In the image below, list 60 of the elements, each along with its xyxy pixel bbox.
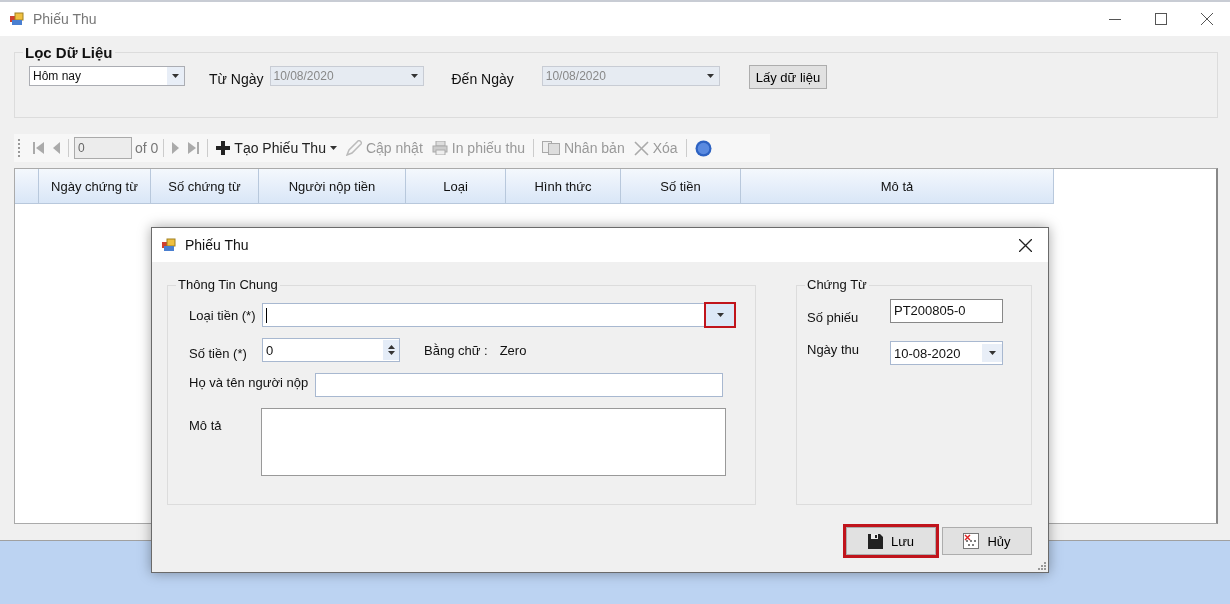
column-header[interactable]: Hình thức <box>506 169 621 204</box>
close-icon <box>1018 238 1032 252</box>
field-label: Mô tả <box>189 418 223 433</box>
printer-icon <box>431 141 448 155</box>
app-icon <box>9 11 25 27</box>
field-label: Số tiền (*) <box>189 345 248 361</box>
from-date-label: Từ Ngày <box>209 71 264 87</box>
payer-name-field[interactable] <box>315 373 723 397</box>
maximize-icon <box>1155 13 1167 25</box>
cross-icon <box>633 140 649 156</box>
caret-icon <box>329 146 337 150</box>
field-label: Loại tiền (*) <box>189 307 257 323</box>
create-receipt-button[interactable]: Tạo Phiếu Thu <box>213 136 340 160</box>
group-title: Chứng Từ <box>805 277 869 292</box>
save-button[interactable]: Lưu <box>846 527 936 555</box>
period-dropdown[interactable]: Hôm nay <box>29 66 185 86</box>
row-header <box>15 169 39 204</box>
close-icon <box>1201 13 1213 25</box>
column-header[interactable]: Mô tả <box>741 169 1054 204</box>
column-header[interactable]: Loại <box>406 169 506 204</box>
copy-icon <box>541 141 560 155</box>
window-title: Phiếu Thu <box>33 11 97 27</box>
receipt-date-picker[interactable]: 10-08-2020 <box>890 341 1003 365</box>
app-icon <box>161 237 177 253</box>
minimize-icon <box>1109 18 1121 20</box>
fetch-data-button[interactable]: Lấy dữ liệu <box>748 65 828 89</box>
group-title: Thông Tin Chung <box>176 277 280 292</box>
pencil-icon <box>345 140 362 156</box>
column-header[interactable]: Ngày chứng từ <box>39 169 151 204</box>
field-label: Họ và tên người nộp <box>189 374 310 390</box>
cancel-icon <box>963 533 980 549</box>
caret-icon <box>172 74 179 78</box>
to-date-label: Đến Ngày <box>451 71 514 87</box>
previous-icon <box>53 142 60 154</box>
spin-arrows-icon <box>387 344 395 356</box>
column-header[interactable]: Số tiền <box>621 169 741 204</box>
resize-grip-icon <box>1038 562 1046 570</box>
column-header[interactable]: Người nộp tiền <box>259 169 406 204</box>
caret-icon <box>706 74 714 78</box>
in-words-label: Bằng chữ : <box>424 342 488 358</box>
in-words-value: Zero <box>499 342 527 358</box>
last-icon <box>188 142 200 154</box>
help-icon <box>694 139 712 157</box>
caret-icon <box>988 351 996 355</box>
first-icon <box>33 142 44 154</box>
cancel-button[interactable]: Hủy <box>942 527 1032 555</box>
amount-spinner[interactable]: 0 <box>262 338 400 362</box>
field-label: Số phiếu <box>807 310 860 325</box>
caret-icon <box>716 313 724 317</box>
column-header[interactable]: Số chứng từ <box>151 169 259 204</box>
plus-icon <box>216 141 231 155</box>
caret-icon <box>410 74 418 78</box>
next-icon <box>172 142 180 154</box>
field-label: Ngày thu <box>807 341 861 357</box>
voucher-number-field[interactable]: PT200805-0 <box>890 298 1003 323</box>
filter-title: Lọc Dữ Liệu <box>23 44 115 61</box>
description-field[interactable] <box>261 408 726 476</box>
dropdown-button[interactable] <box>704 302 736 328</box>
record-count: of 0 <box>135 140 159 156</box>
dialog-title: Phiếu Thu <box>185 237 249 253</box>
